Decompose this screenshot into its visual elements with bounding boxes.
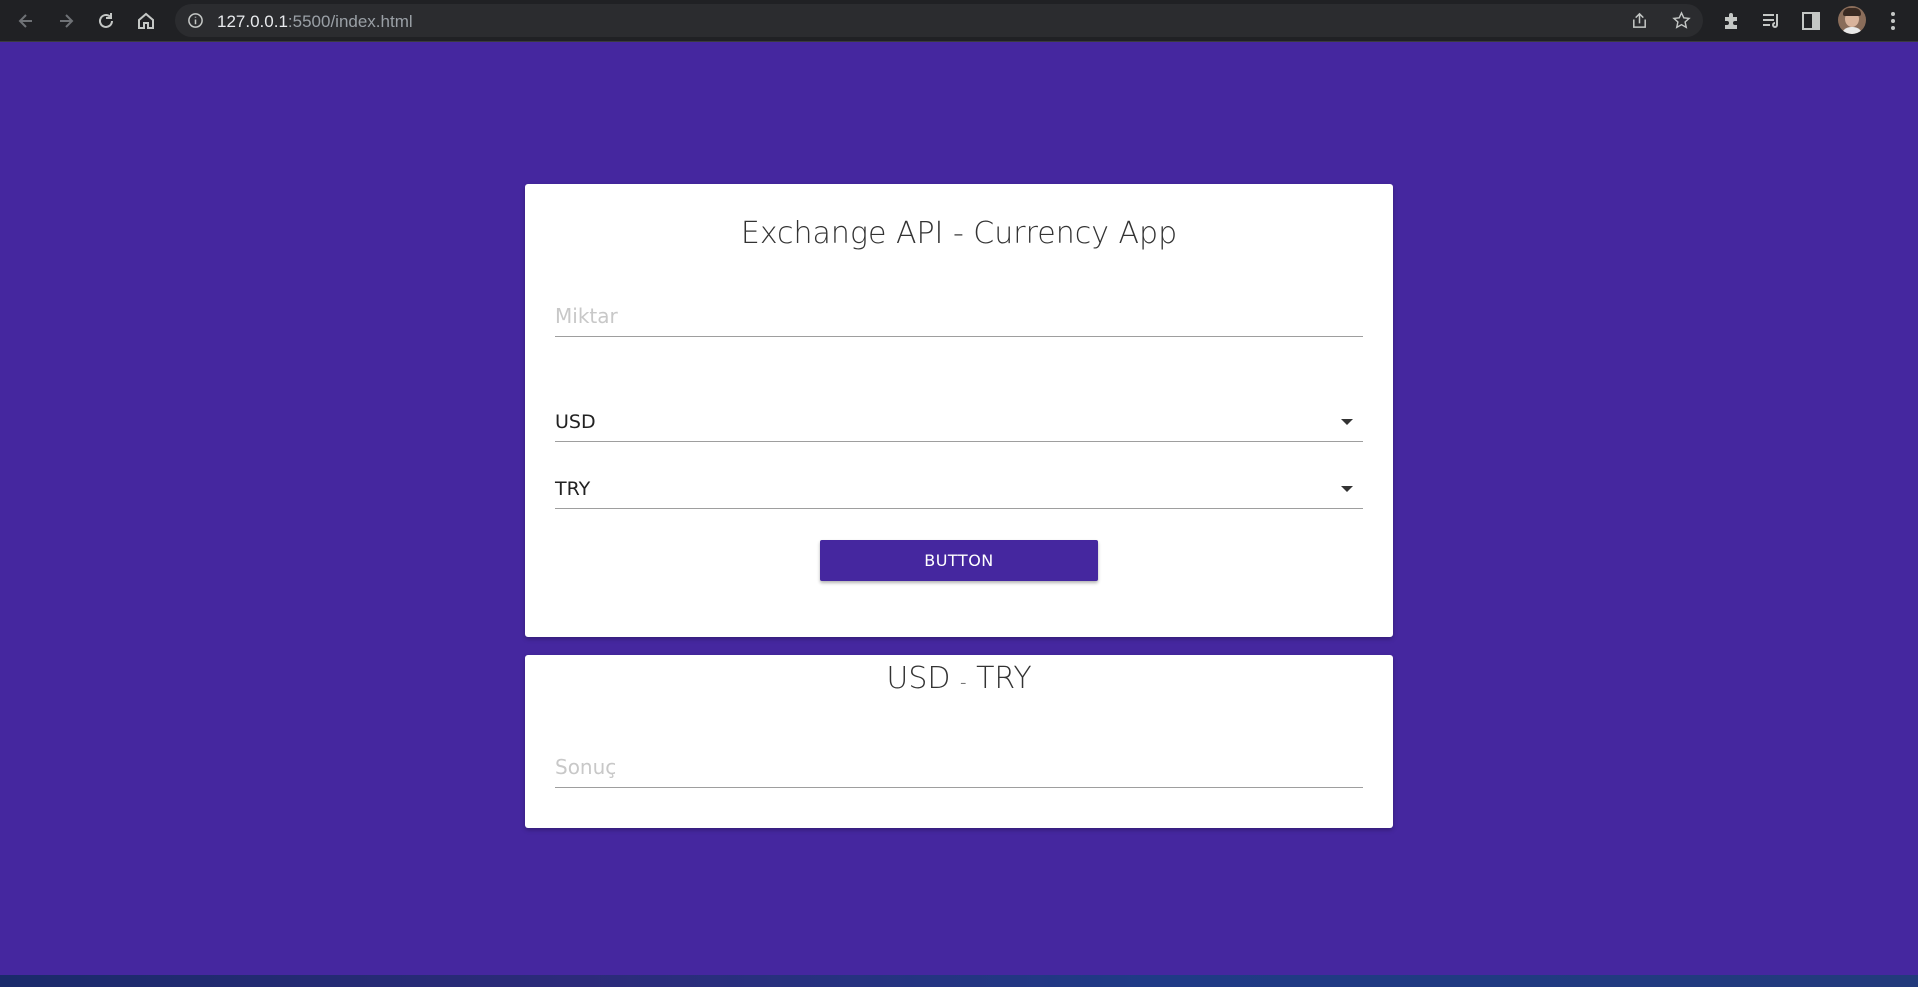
reload-button[interactable] [93,8,119,34]
side-panel-icon[interactable] [1800,10,1822,32]
dropdown-arrow-icon [1341,486,1353,492]
star-icon[interactable] [1672,11,1691,30]
home-button[interactable] [133,8,159,34]
arrow-left-icon [18,14,32,28]
from-currency-select[interactable]: USD [555,401,1363,442]
convert-button[interactable]: BUTTON [820,540,1098,581]
result-title: USD - TRY [525,661,1393,696]
url-path: :5500/index.html [287,12,413,31]
forward-button[interactable] [53,8,79,34]
media-control-icon[interactable] [1760,10,1782,32]
url-host: 127.0.0.1 [217,12,288,31]
taskbar-strip [0,975,1918,987]
extensions-icon[interactable] [1720,10,1742,32]
result-card: USD - TRY Sonuç [525,655,1393,828]
result-separator: - [960,672,967,693]
reload-icon [99,13,113,28]
browser-toolbar: 127.0.0.1:5500/index.html [0,0,1918,42]
address-bar[interactable]: 127.0.0.1:5500/index.html [175,4,1703,37]
result-to-currency: TRY [976,661,1032,696]
url-text[interactable]: 127.0.0.1:5500/index.html [217,12,413,32]
kebab-menu-icon[interactable] [1882,10,1904,32]
to-currency-select[interactable]: TRY [555,468,1363,509]
arrow-right-icon [60,14,74,28]
home-icon [138,12,154,29]
result-from-currency: USD [886,661,951,696]
back-button[interactable] [13,8,39,34]
amount-placeholder: Miktar [555,304,618,328]
profile-avatar[interactable] [1838,6,1866,34]
result-placeholder: Sonuç [555,755,617,779]
share-icon[interactable] [1630,11,1649,30]
app-title: Exchange API - Currency App [740,216,1178,251]
result-output-field[interactable]: Sonuç [555,747,1363,788]
dropdown-arrow-icon [1341,419,1353,425]
info-icon[interactable] [187,12,204,29]
from-currency-value: USD [555,411,596,433]
to-currency-value: TRY [555,478,591,500]
amount-input[interactable]: Miktar [555,296,1363,337]
converter-card: Exchange API - Currency App Miktar USD T… [525,184,1393,637]
